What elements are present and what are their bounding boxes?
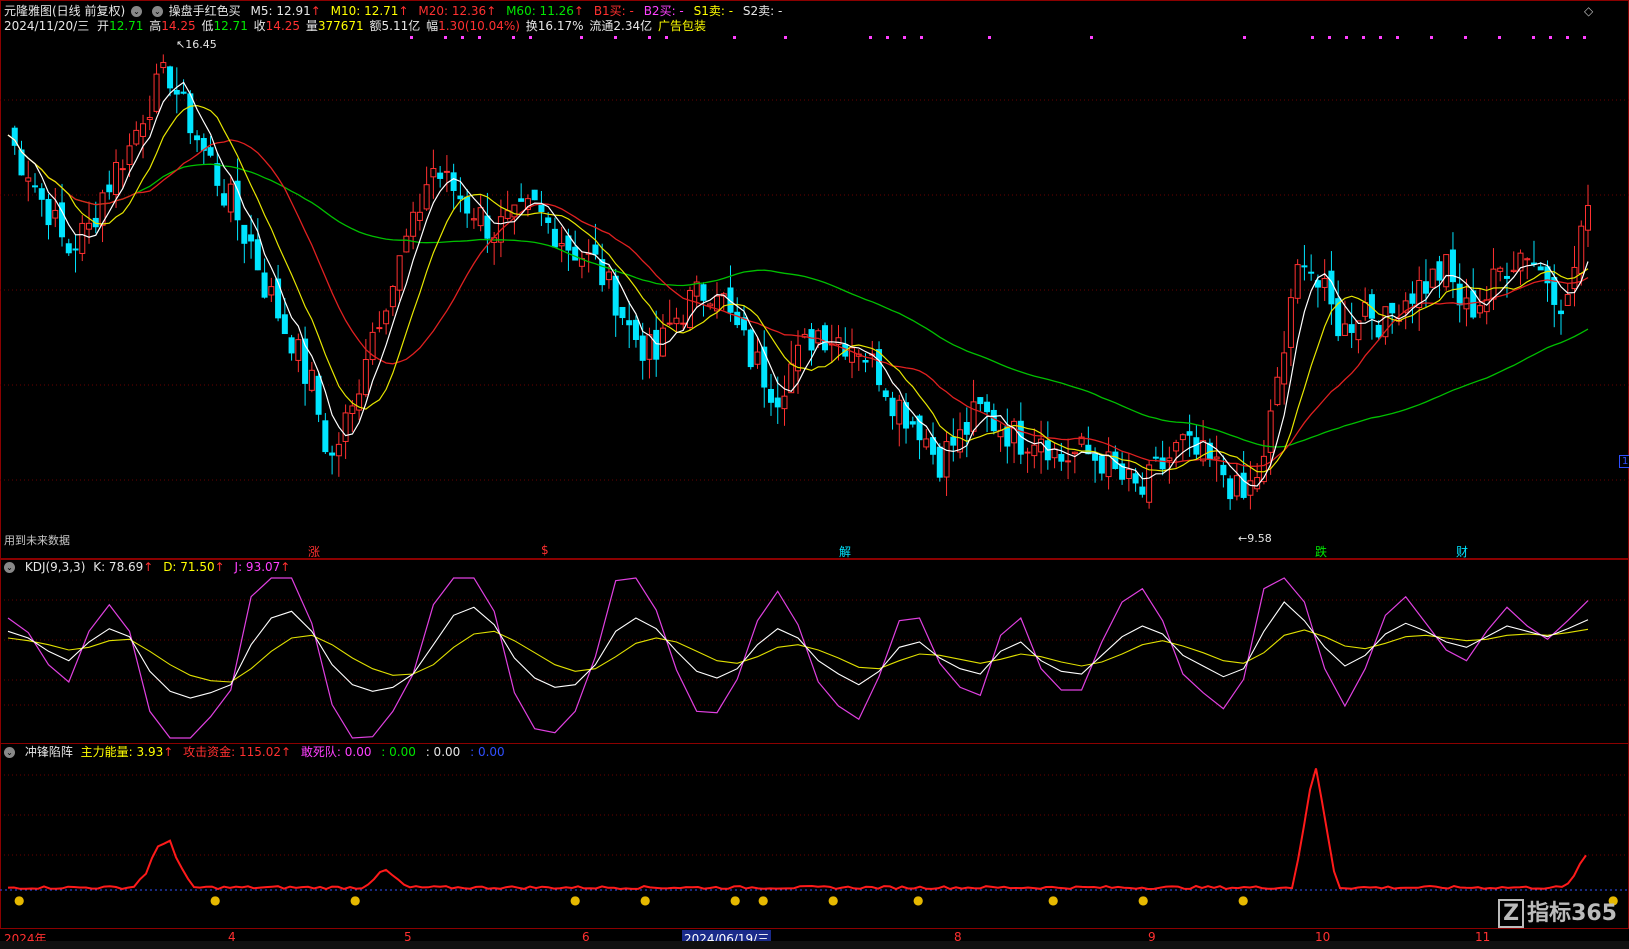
attack-fund-line [7, 768, 1587, 891]
money-bag-icon: ● [210, 893, 220, 907]
status-bar [0, 941, 1629, 949]
money-bag-icon: ● [913, 893, 923, 907]
money-bag-icon: ● [640, 893, 650, 907]
time-axis [0, 928, 1629, 942]
money-bag-icon: ● [1238, 893, 1248, 907]
money-bag-icon: ● [758, 893, 768, 907]
money-bag-icon: ● [570, 893, 580, 907]
money-bag-icon: ● [1138, 893, 1148, 907]
fight-chart-svg[interactable]: ● ● ● ● ● ● ● ● ● ● ● ● ● [0, 0, 1629, 949]
money-bag-icon: ● [350, 893, 360, 907]
money-bag-icon: ● [828, 893, 838, 907]
money-bag-icon: ● [730, 893, 740, 907]
brand-icon: Z [1498, 899, 1525, 928]
brand-logo: Z 指标365 [1498, 895, 1617, 928]
money-bag-icon: ● [14, 893, 24, 907]
money-bag-icon: ● [1048, 893, 1058, 907]
money-bag-icons: ● ● ● ● ● ● ● ● ● ● ● ● ● [14, 893, 1618, 907]
